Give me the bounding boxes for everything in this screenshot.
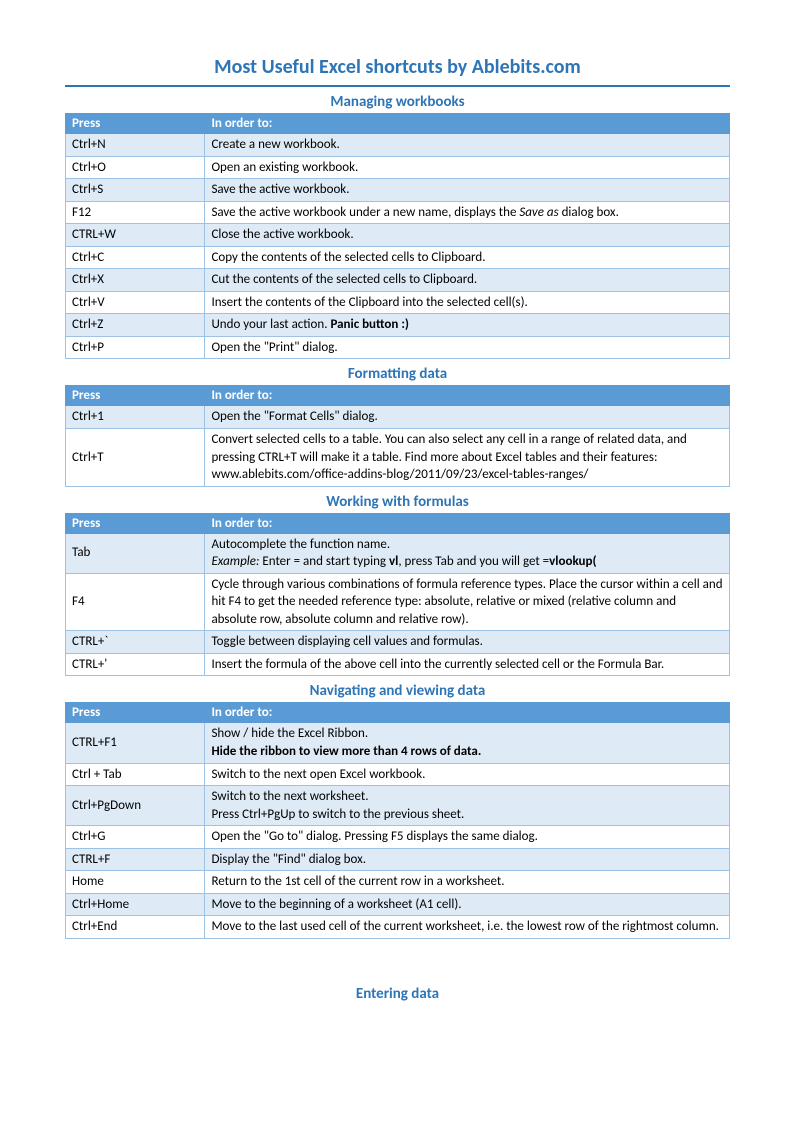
shortcut-key: Ctrl+Home [66, 893, 205, 916]
title-divider [65, 85, 730, 87]
table-row: Ctrl+1Open the "Format Cells" dialog. [66, 406, 730, 429]
section-title: Navigating and viewing data [65, 682, 730, 700]
shortcut-description: Switch to the next open Excel workbook. [205, 763, 730, 786]
table-row: CTRL+F1Show / hide the Excel Ribbon.Hide… [66, 723, 730, 763]
section-title: Managing workbooks [65, 93, 730, 111]
table-row: HomeReturn to the 1st cell of the curren… [66, 871, 730, 894]
shortcut-description: Move to the beginning of a worksheet (A1… [205, 893, 730, 916]
shortcut-key: CTRL+F1 [66, 723, 205, 763]
table-row: CTRL+'Insert the formula of the above ce… [66, 653, 730, 676]
shortcut-key: F4 [66, 573, 205, 631]
shortcut-key: Ctrl+N [66, 134, 205, 157]
shortcut-key: Ctrl+S [66, 179, 205, 202]
table-row: Ctrl+GOpen the "Go to" dialog. Pressing … [66, 826, 730, 849]
shortcut-key: Ctrl+End [66, 916, 205, 939]
shortcut-key: Ctrl+Z [66, 314, 205, 337]
shortcut-key: Ctrl+V [66, 291, 205, 314]
shortcut-description: Save the active workbook under a new nam… [205, 201, 730, 224]
table-row: Ctrl+VInsert the contents of the Clipboa… [66, 291, 730, 314]
shortcuts-table: PressIn order to:Ctrl+NCreate a new work… [65, 113, 730, 359]
shortcuts-table: PressIn order to:CTRL+F1Show / hide the … [65, 702, 730, 938]
shortcut-key: Tab [66, 533, 205, 573]
section-title: Working with formulas [65, 493, 730, 511]
section-title-entering-data: Entering data [65, 985, 730, 1003]
table-row: Ctrl+HomeMove to the beginning of a work… [66, 893, 730, 916]
shortcut-key: CTRL+F [66, 848, 205, 871]
column-header-inorder: In order to: [205, 114, 730, 134]
shortcut-key: CTRL+` [66, 631, 205, 654]
table-row: Ctrl+EndMove to the last used cell of th… [66, 916, 730, 939]
table-row: Ctrl+NCreate a new workbook. [66, 134, 730, 157]
table-row: Ctrl + TabSwitch to the next open Excel … [66, 763, 730, 786]
shortcut-key: Ctrl+O [66, 156, 205, 179]
shortcut-description: Autocomplete the function name.Example: … [205, 533, 730, 573]
table-row: Ctrl+CCopy the contents of the selected … [66, 246, 730, 269]
shortcut-key: Ctrl+C [66, 246, 205, 269]
shortcuts-table: PressIn order to:Ctrl+1Open the "Format … [65, 385, 730, 486]
table-row: Ctrl+TConvert selected cells to a table.… [66, 429, 730, 487]
shortcuts-table: PressIn order to:TabAutocomplete the fun… [65, 513, 730, 677]
column-header-press: Press [66, 513, 205, 533]
shortcut-description: Open the "Format Cells" dialog. [205, 406, 730, 429]
shortcut-key: CTRL+W [66, 224, 205, 247]
shortcut-key: Ctrl + Tab [66, 763, 205, 786]
shortcut-key: Home [66, 871, 205, 894]
shortcut-description: Display the "Find" dialog box. [205, 848, 730, 871]
shortcut-description: Insert the contents of the Clipboard int… [205, 291, 730, 314]
column-header-press: Press [66, 386, 205, 406]
shortcut-key: Ctrl+T [66, 429, 205, 487]
document-page: Most Useful Excel shortcuts by Ablebits.… [0, 0, 795, 1045]
column-header-inorder: In order to: [205, 513, 730, 533]
shortcut-description: Open an existing workbook. [205, 156, 730, 179]
shortcut-description: Insert the formula of the above cell int… [205, 653, 730, 676]
shortcut-key: Ctrl+G [66, 826, 205, 849]
shortcut-description: Cycle through various combinations of fo… [205, 573, 730, 631]
shortcut-description: Return to the 1st cell of the current ro… [205, 871, 730, 894]
shortcut-key: F12 [66, 201, 205, 224]
column-header-inorder: In order to: [205, 386, 730, 406]
shortcut-description: Open the "Go to" dialog. Pressing F5 dis… [205, 826, 730, 849]
shortcut-description: Move to the last used cell of the curren… [205, 916, 730, 939]
page-title: Most Useful Excel shortcuts by Ablebits.… [65, 55, 730, 83]
table-row: Ctrl+OOpen an existing workbook. [66, 156, 730, 179]
table-row: TabAutocomplete the function name.Exampl… [66, 533, 730, 573]
shortcut-key: Ctrl+X [66, 269, 205, 292]
shortcut-key: CTRL+' [66, 653, 205, 676]
shortcut-description: Cut the contents of the selected cells t… [205, 269, 730, 292]
shortcut-key: Ctrl+PgDown [66, 786, 205, 826]
shortcut-description: Convert selected cells to a table. You c… [205, 429, 730, 487]
sections-container: Managing workbooksPressIn order to:Ctrl+… [65, 93, 730, 939]
shortcut-description: Toggle between displaying cell values an… [205, 631, 730, 654]
shortcut-description: Save the active workbook. [205, 179, 730, 202]
table-row: CTRL+WClose the active workbook. [66, 224, 730, 247]
section-title: Formatting data [65, 365, 730, 383]
table-row: F12Save the active workbook under a new … [66, 201, 730, 224]
shortcut-description: Copy the contents of the selected cells … [205, 246, 730, 269]
table-row: Ctrl+SSave the active workbook. [66, 179, 730, 202]
table-row: F4Cycle through various combinations of … [66, 573, 730, 631]
shortcut-description: Open the "Print" dialog. [205, 336, 730, 359]
shortcut-description: Switch to the next worksheet.Press Ctrl+… [205, 786, 730, 826]
column-header-press: Press [66, 114, 205, 134]
shortcut-key: Ctrl+P [66, 336, 205, 359]
table-row: Ctrl+POpen the "Print" dialog. [66, 336, 730, 359]
shortcut-description: Close the active workbook. [205, 224, 730, 247]
shortcut-description: Undo your last action. Panic button :) [205, 314, 730, 337]
table-row: Ctrl+ZUndo your last action. Panic butto… [66, 314, 730, 337]
shortcut-description: Create a new workbook. [205, 134, 730, 157]
table-row: Ctrl+XCut the contents of the selected c… [66, 269, 730, 292]
column-header-inorder: In order to: [205, 703, 730, 723]
table-row: CTRL+FDisplay the "Find" dialog box. [66, 848, 730, 871]
column-header-press: Press [66, 703, 205, 723]
table-row: Ctrl+PgDownSwitch to the next worksheet.… [66, 786, 730, 826]
shortcut-description: Show / hide the Excel Ribbon.Hide the ri… [205, 723, 730, 763]
table-row: CTRL+`Toggle between displaying cell val… [66, 631, 730, 654]
shortcut-key: Ctrl+1 [66, 406, 205, 429]
